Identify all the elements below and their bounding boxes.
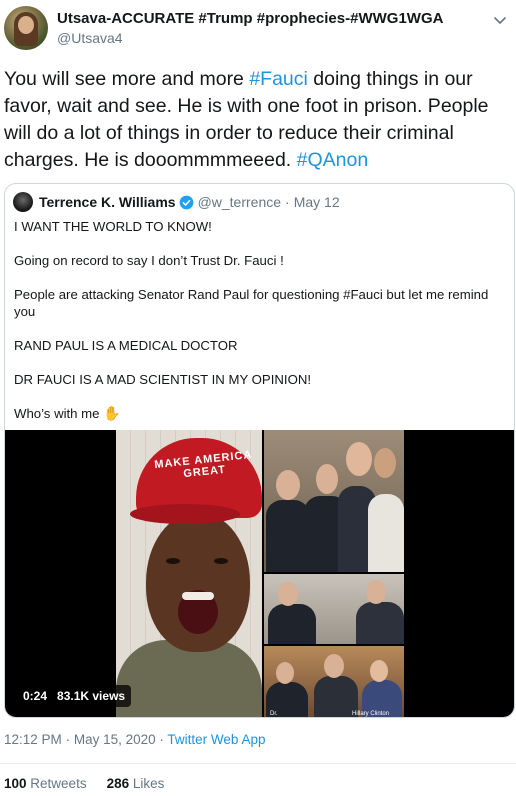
hashtag-link-qanon[interactable]: #QAnon — [297, 149, 369, 171]
tweet-stats: 100 Retweets 286 Likes — [4, 776, 164, 791]
quoted-paragraph: Going on record to say I don’t Trust Dr.… — [14, 253, 284, 268]
quoted-paragraph-last: Who’s with me ✋ — [14, 405, 504, 422]
likes-label: Likes — [132, 776, 165, 791]
video-duration-views-badge: 0:24 83.1K views — [17, 685, 132, 707]
video-player[interactable]: MAKE AMERICA GREAT Dr. Hillary Clinton 0… — [5, 430, 514, 717]
quoted-tweet-date: May 12 — [293, 194, 340, 210]
quoted-paragraph: DR FAUCI IS A MAD SCIENTIST IN MY OPINIO… — [14, 372, 312, 387]
quoted-author-avatar — [13, 192, 33, 212]
quoted-last-line: Who’s with me — [14, 406, 100, 421]
likes-stat[interactable]: 286 Likes — [107, 776, 165, 791]
author-avatar[interactable] — [4, 6, 48, 50]
photo-caption: Dr. — [270, 711, 278, 717]
quoted-paragraph: I WANT THE WORLD TO KNOW! — [14, 219, 212, 234]
quoted-tweet-text: I WANT THE WORLD TO KNOW! Going on recor… — [14, 218, 504, 439]
author-handle[interactable]: @Utsava4 — [57, 30, 123, 46]
video-frame-handshake — [264, 574, 404, 644]
likes-count: 286 — [106, 776, 130, 791]
quoted-tweet[interactable]: Terrence K. Williams @w_terrence · May 1… — [4, 183, 515, 718]
verified-badge-icon — [179, 195, 193, 209]
retweets-label: Retweets — [30, 776, 87, 791]
separator-dot: · — [65, 732, 71, 747]
photo-caption: Hillary Clinton — [352, 711, 390, 717]
video-frame-group-photo — [264, 430, 404, 572]
tweet-text: You will see more and more #Fauci doing … — [4, 66, 512, 174]
quoted-paragraph: RAND PAUL IS A MEDICAL DOCTOR — [14, 338, 238, 353]
tweet-header: Utsava-ACCURATE #Trump #prophecies-#WWG1… — [4, 4, 512, 52]
tweet-date[interactable]: May 15, 2020 — [74, 732, 156, 747]
video-duration: 0:24 — [23, 689, 48, 703]
waving-hand-icon: ✋ — [103, 405, 121, 421]
chevron-down-icon[interactable] — [490, 10, 510, 30]
quoted-author-name: Terrence K. Williams — [39, 194, 176, 210]
tweet-text-segment: You will see more and more — [4, 68, 250, 90]
author-display-name[interactable]: Utsava-ACCURATE #Trump #prophecies-#WWG1… — [57, 10, 443, 27]
hashtag-link-fauci[interactable]: #Fauci — [249, 68, 308, 90]
separator-dot: · — [285, 194, 290, 210]
quoted-paragraph: People are attacking Senator Rand Paul f… — [14, 287, 489, 319]
tweet-source-link[interactable]: Twitter Web App — [167, 732, 265, 747]
retweets-count: 100 — [4, 776, 27, 791]
video-views: 83.1K views — [57, 689, 126, 703]
quoted-tweet-header: Terrence K. Williams @w_terrence · May 1… — [13, 192, 340, 212]
separator-dot: · — [159, 732, 164, 747]
tweet-metadata: 12:12 PM · May 15, 2020 · Twitter Web Ap… — [4, 732, 265, 747]
quoted-author-handle: @w_terrence — [197, 194, 282, 210]
video-frame-speaker: MAKE AMERICA GREAT — [116, 430, 262, 717]
divider — [0, 763, 516, 764]
tweet-time[interactable]: 12:12 PM — [4, 732, 62, 747]
video-frame-hallway: Dr. Hillary Clinton — [264, 646, 404, 717]
retweets-stat[interactable]: 100 Retweets — [4, 776, 87, 791]
